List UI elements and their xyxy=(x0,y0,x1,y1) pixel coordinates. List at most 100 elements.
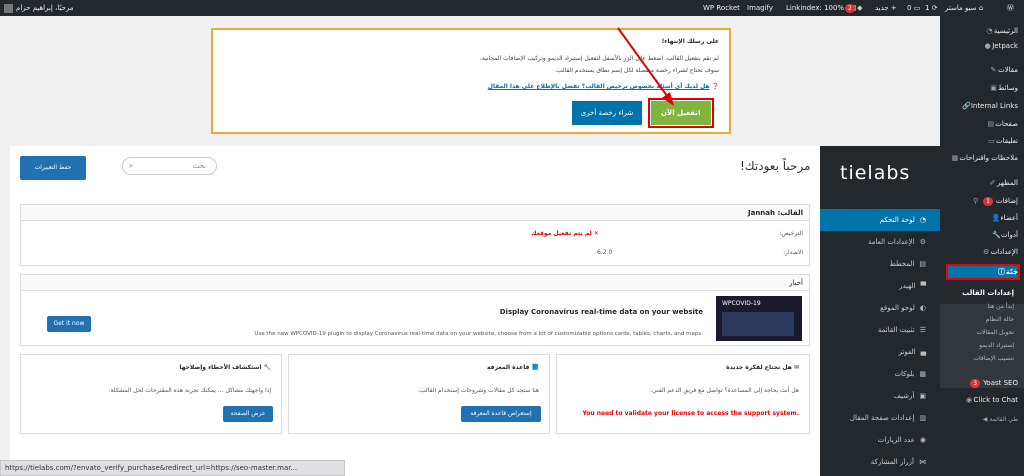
kb-text: هنا ستجد كل مقالات وشروحات إستخدام القال… xyxy=(418,387,539,394)
tab-label: تثبيت القائمة xyxy=(877,326,915,334)
submenu-import-demo[interactable]: إستيراد الديمو xyxy=(979,341,1014,350)
pin-icon: ✎ xyxy=(990,66,997,74)
support-icon: ✉ xyxy=(791,364,799,371)
news-title: Display Coronavirus real-time data on yo… xyxy=(499,308,703,316)
sidebar-item-tools[interactable]: أدوات🔧 xyxy=(988,229,1018,242)
wordpress-icon[interactable]: Ⓦ xyxy=(1007,3,1014,13)
license-help-link[interactable]: هل لديك أي أسئلة بخصوص ترخيص القالب؟ تفض… xyxy=(488,83,710,90)
sidebar-item-users[interactable]: أعضاء👤 xyxy=(987,212,1018,225)
tab-article-settings[interactable]: ▥ إعدادات صفحة المقال xyxy=(820,407,940,429)
adminbar-user[interactable]: مرحبًا، إبراهيم حزام xyxy=(4,3,74,13)
sidebar-item-label: مقالات xyxy=(997,66,1018,74)
news-box: أخبار WPCOVID-19 Display Coronavirus rea… xyxy=(20,274,810,346)
license-label: الترخيص: xyxy=(779,230,803,237)
submenu-install-plugins[interactable]: تنصيب الإضافات xyxy=(973,354,1014,363)
submenu-convert-posts[interactable]: تحويل المقالات xyxy=(976,328,1014,337)
tab-label: بلوكات xyxy=(894,370,915,378)
dashboard-icon: ◔ xyxy=(986,27,993,35)
media-icon: ▣ xyxy=(990,84,997,92)
home-icon: ⌂ xyxy=(978,4,984,12)
adminbar-updates-one[interactable]: 1 ⟳ xyxy=(925,3,938,13)
sidebar-item-comments[interactable]: تعليقات▭ xyxy=(983,135,1018,148)
archive-icon: ▣ xyxy=(919,392,926,400)
tab-layout[interactable]: ▤ المخطط xyxy=(820,253,940,275)
get-it-now-button[interactable]: Get it now xyxy=(47,316,91,332)
sidebar-item-media[interactable]: وسائط▣ xyxy=(985,82,1018,95)
sidebar-item-jannah[interactable]: جَنّةⓘ xyxy=(946,264,1020,280)
collapse-label: طي القائمة xyxy=(989,416,1018,423)
support-card: ✉ هل تحتاج لفكرة جديدة هل أنت بحاجة إلى … xyxy=(556,354,810,434)
updates-one-count: 1 xyxy=(925,4,930,12)
dashboard-icon: ◔ xyxy=(919,216,926,224)
view-page-button[interactable]: عرض الصفحة xyxy=(223,406,273,422)
link-icon: 🔗 xyxy=(961,102,971,110)
support-text: هل أنت بحاجة إلى المساعدة؟ تواصل مع فريق… xyxy=(650,387,799,394)
tab-share-buttons[interactable]: ⋈ أزرار المشاركة xyxy=(820,451,940,473)
sidebar-item-yoast[interactable]: Yoast SEO3 xyxy=(967,377,1018,390)
sidebar-item-settings[interactable]: الإعدادات⚙ xyxy=(978,246,1018,259)
info-icon: ⓘ xyxy=(997,268,1005,276)
eye-icon: ◉ xyxy=(919,436,926,444)
header-icon: ▀ xyxy=(920,282,926,290)
search-input[interactable]: ⌕ بحث xyxy=(122,157,217,175)
site-name: سيو ماستر xyxy=(945,4,977,12)
tab-header[interactable]: ▀ الهيدر xyxy=(820,275,940,297)
sidebar-item-internal-links[interactable]: Internal Links🔗 xyxy=(958,100,1018,113)
tab-dashboard[interactable]: ◔ لوحة التحكم xyxy=(820,209,940,231)
version-label: الاصدار: xyxy=(783,249,803,256)
tab-label: المخطط xyxy=(889,260,915,268)
theme-panel: tielabs ◔ لوحة التحكم ⚙ الإعدادات العامة ▤… xyxy=(10,146,940,476)
new-label: جديد xyxy=(875,4,889,12)
comments-count: 0 xyxy=(907,4,912,12)
adminbar-comments[interactable]: 0 ▭ xyxy=(907,3,920,13)
tab-footer[interactable]: ▄ الفوتر xyxy=(820,341,940,363)
sidebar-collapse[interactable]: طي القائمة◀ xyxy=(977,413,1018,426)
page-title: مرحباً بعودتك! xyxy=(740,159,811,173)
adminbar-site[interactable]: سيو ماستر ⌂ xyxy=(945,3,983,13)
activate-now-button[interactable]: تفعيل الآن! xyxy=(648,98,714,128)
adminbar-new[interactable]: جديد + xyxy=(875,3,897,13)
help-icon: ❓ xyxy=(709,83,719,90)
buy-license-button[interactable]: شراء رخصة أخرى xyxy=(572,101,642,125)
notice-line2: سوف تحتاج لشراء رخصة منفصلة لكل إسم نطاق… xyxy=(554,67,719,74)
footer-icon: ▄ xyxy=(920,348,926,356)
tab-label: أرشيف xyxy=(893,392,915,400)
sidebar-item-appearance[interactable]: المظهر✐ xyxy=(984,177,1018,190)
sidebar-item-label: Yoast SEO xyxy=(983,379,1018,387)
sidebar-item-pages[interactable]: صفحات▤ xyxy=(982,118,1018,131)
tab-label: الإعدادات العامة xyxy=(868,238,915,246)
tab-logo[interactable]: ◐ لوجو الموقع xyxy=(820,297,940,319)
sidebar-item-feedback[interactable]: ملاحظات واقتراحات▦ xyxy=(946,152,1018,165)
linkindex-label: Linkindex: 100% xyxy=(786,4,845,12)
sidebar-item-jetpack[interactable]: Jetpack● xyxy=(979,40,1018,53)
browse-kb-button[interactable]: إستعراض قاعدة المعرفة xyxy=(461,406,541,422)
submenu-theme-settings[interactable]: إعدادات القالب xyxy=(962,289,1014,298)
sidebar-item-dashboard[interactable]: الرئيسية◔ xyxy=(981,25,1018,38)
tab-blocks[interactable]: ▦ بلوكات xyxy=(820,363,940,385)
sidebar-item-posts[interactable]: مقالات✎ xyxy=(985,64,1018,77)
tab-general-settings[interactable]: ⚙ الإعدادات العامة xyxy=(820,231,940,253)
support-alert: You need to validate your license to acc… xyxy=(582,410,799,417)
sidebar-item-label: أدوات xyxy=(1001,231,1018,239)
tab-sticky-menu[interactable]: ☰ تثبيت القائمة xyxy=(820,319,940,341)
tab-label: الفوتر xyxy=(898,348,916,356)
license-status: ✕ لم يتم تفعيل موقعك xyxy=(531,230,599,237)
adminbar-updates[interactable]: 2 ◆ xyxy=(845,3,862,13)
tab-archive[interactable]: ▣ أرشيف xyxy=(820,385,940,407)
knowledge-base-card: 📘 قاعدة المعرفة هنا ستجد كل مقالات وشروح… xyxy=(288,354,550,434)
sidebar-item-plugins[interactable]: إضافات1 ⚲ xyxy=(967,195,1018,208)
support-title-label: هل تحتاج لفكرة جديدة xyxy=(726,364,792,371)
submenu-start-here[interactable]: إبدأ من هنا xyxy=(987,302,1014,311)
collapse-icon: ◀ xyxy=(982,416,988,423)
notice-help: ❓ هل لديك أي أسئلة بخصوص ترخيص القالب؟ ت… xyxy=(488,83,719,90)
adminbar-wprocket[interactable]: WP Rocket xyxy=(703,3,740,13)
tools-icon: 🔧 xyxy=(992,231,1001,239)
save-changes-button[interactable]: حفظ التغييرات xyxy=(20,156,86,180)
sidebar-item-click-to-chat[interactable]: Click to Chat◉ xyxy=(960,394,1018,407)
comment-icon: ▭ xyxy=(913,4,921,12)
admin-sidebar: الرئيسية◔ Jetpack● مقالات✎ وسائط▣ Intern… xyxy=(940,16,1024,476)
adminbar-user-label: مرحبًا، إبراهيم حزام xyxy=(16,4,74,12)
adminbar-imagify[interactable]: Imagify xyxy=(747,3,773,13)
tab-views[interactable]: ◉ عدد الزيارات xyxy=(820,429,940,451)
submenu-system-status[interactable]: حالة النظام xyxy=(986,315,1014,324)
